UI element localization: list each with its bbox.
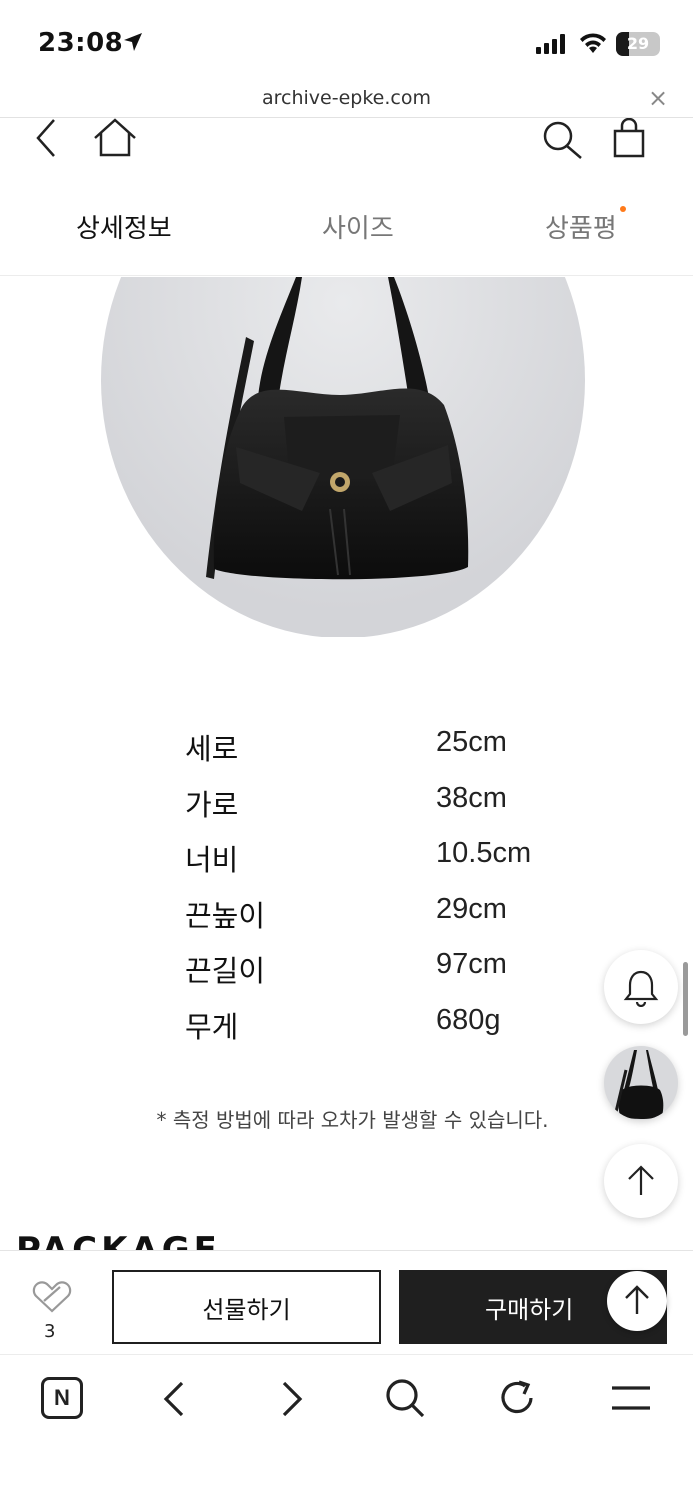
size-value: 25cm bbox=[436, 726, 507, 758]
size-row: 세로 25cm bbox=[185, 720, 585, 776]
product-image bbox=[0, 277, 693, 637]
search-icon[interactable] bbox=[541, 120, 583, 160]
wifi-icon bbox=[580, 33, 606, 53]
measurement-note: * 측정 방법에 따라 오차가 발생할 수 있습니다. bbox=[156, 1108, 549, 1132]
gift-button[interactable]: 선물하기 bbox=[112, 1270, 381, 1344]
size-value: 97cm bbox=[436, 948, 507, 980]
size-row: 너비 10.5cm bbox=[185, 831, 585, 887]
status-time: 23:08 bbox=[38, 28, 124, 58]
tab-size[interactable]: 사이즈 bbox=[322, 208, 394, 245]
scroll-top-button-small[interactable] bbox=[607, 1271, 667, 1331]
scroll-top-button[interactable] bbox=[604, 1144, 678, 1218]
shopping-bag-icon[interactable] bbox=[612, 118, 646, 158]
size-label: 가로 bbox=[185, 787, 239, 822]
tab-reviews[interactable]: 상품평 bbox=[545, 208, 617, 245]
arrow-up-icon bbox=[628, 1165, 654, 1195]
search-icon[interactable] bbox=[384, 1377, 426, 1419]
like-count: 3 bbox=[44, 1321, 56, 1342]
size-value: 38cm bbox=[436, 781, 507, 814]
package-heading: PACKAGE bbox=[16, 1230, 221, 1250]
size-row: 끈길이 97cm bbox=[185, 942, 585, 998]
new-review-dot bbox=[620, 206, 626, 212]
size-value: 10.5cm bbox=[436, 837, 532, 869]
size-value: 680g bbox=[436, 1003, 501, 1036]
back-chevron-icon[interactable] bbox=[34, 118, 60, 158]
bell-icon bbox=[623, 970, 659, 1007]
page-scrollbar[interactable] bbox=[683, 962, 688, 1036]
notification-button[interactable] bbox=[604, 950, 678, 1024]
size-row: 가로 38cm bbox=[185, 776, 585, 832]
size-row: 끈높이 29cm bbox=[185, 887, 585, 943]
location-arrow-icon bbox=[124, 33, 142, 51]
size-label: 너비 bbox=[185, 843, 239, 877]
size-label: 끈길이 bbox=[185, 954, 266, 988]
forward-icon[interactable] bbox=[276, 1379, 306, 1419]
battery-icon: 29 bbox=[616, 32, 660, 56]
product-thumbnail-image bbox=[614, 1050, 664, 1119]
size-value: 29cm bbox=[436, 892, 507, 925]
product-tabs: 상세정보 사이즈 상품평 bbox=[0, 196, 693, 276]
browser-toolbar: N bbox=[0, 1354, 693, 1500]
browser-url-bar[interactable]: archive-epke.com × bbox=[0, 84, 693, 118]
size-label: 무게 bbox=[185, 1009, 239, 1044]
reload-icon[interactable] bbox=[497, 1377, 539, 1419]
naver-n-icon[interactable]: N bbox=[41, 1377, 83, 1419]
like-icon[interactable] bbox=[30, 1279, 76, 1315]
size-table: 세로 25cm 가로 38cm 너비 10.5cm 끈높이 29cm 끈길이 9… bbox=[185, 720, 585, 1053]
status-bar: 23:08 29 bbox=[0, 0, 693, 84]
site-header bbox=[0, 118, 693, 162]
size-row: 무게 680g bbox=[185, 998, 585, 1054]
product-thumbnail[interactable] bbox=[604, 1046, 678, 1120]
menu-icon[interactable] bbox=[610, 1381, 652, 1415]
url-text[interactable]: archive-epke.com bbox=[0, 87, 693, 109]
battery-level: 29 bbox=[626, 34, 650, 53]
size-label: 끈높이 bbox=[185, 898, 266, 933]
purchase-bar: 3 선물하기 구매하기 bbox=[0, 1250, 693, 1354]
tab-details[interactable]: 상세정보 bbox=[76, 208, 172, 245]
cellular-signal-icon bbox=[536, 34, 565, 54]
back-icon[interactable] bbox=[160, 1379, 190, 1419]
arrow-up-icon bbox=[625, 1285, 649, 1314]
close-icon[interactable]: × bbox=[648, 84, 668, 112]
black-leather-shoulder-bag-photo bbox=[101, 277, 585, 637]
home-icon[interactable] bbox=[92, 118, 138, 158]
size-label: 세로 bbox=[185, 732, 239, 766]
